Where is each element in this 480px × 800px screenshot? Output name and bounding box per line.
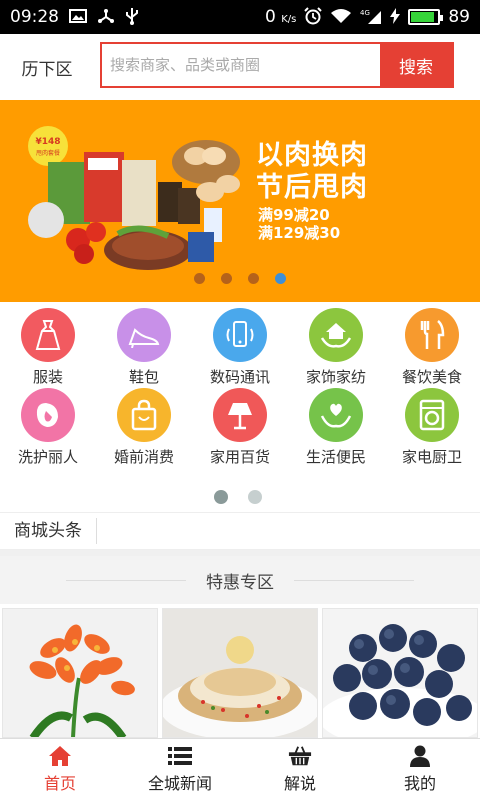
tab-mine[interactable]: 我的 (360, 739, 480, 800)
category-item[interactable]: 婚前消费 (96, 388, 192, 467)
category-label: 鞋包 (128, 368, 159, 386)
category-item[interactable]: 数码通讯 (192, 308, 288, 387)
search-button[interactable]: 搜索 (380, 44, 452, 86)
banner-dot[interactable] (248, 273, 259, 284)
bottom-tab-bar: 首页 全城新闻 解说 我的 (0, 738, 480, 800)
special-section-title: 特惠专区 (206, 572, 274, 593)
product-list (0, 604, 480, 738)
product-card[interactable] (2, 608, 158, 738)
tab-home[interactable]: 首页 (0, 739, 120, 800)
status-bar: 09:28 0 K/s 4G 89 (0, 0, 480, 34)
category-label: 服装 (32, 368, 63, 386)
banner-promo: 满99减20 满129减30 (258, 206, 341, 242)
banner-title: 以肉换肉 节后甩肉 (256, 140, 368, 203)
category-item[interactable]: 家饰家纺 (288, 308, 384, 387)
food-product-illustration: ¥148 甩肉套餐 (28, 126, 240, 270)
battery-level: 89 (448, 7, 470, 27)
phone-icon (213, 308, 267, 362)
dress-icon (21, 308, 75, 362)
list-icon (168, 745, 192, 767)
lamp-icon (213, 388, 267, 442)
category-label: 生活便民 (305, 448, 366, 466)
header: 历下区 搜索 (0, 34, 480, 100)
signal-icon: 4G (360, 8, 382, 27)
category-page-dot-active[interactable] (214, 490, 228, 504)
search-bar: 搜索 (100, 42, 454, 88)
tab-commentary[interactable]: 解说 (240, 739, 360, 800)
banner-dot-active[interactable] (275, 273, 286, 284)
divider-line (66, 579, 186, 581)
category-pagination[interactable] (214, 490, 262, 504)
wifi-icon (330, 8, 352, 27)
heart-hands-icon (309, 388, 363, 442)
category-label: 数码通讯 (209, 368, 270, 386)
status-time: 09:28 (10, 7, 59, 27)
battery-icon (408, 9, 444, 25)
promo-banner[interactable]: ¥148 甩肉套餐 以肉换肉 节后甩肉 满99减20 满129减30 (0, 100, 480, 302)
category-item[interactable]: 餐饮美食 (384, 308, 480, 387)
category-label: 婚前消费 (113, 448, 174, 466)
shopping-bag-icon (117, 388, 171, 442)
headline-ticker[interactable]: 商城头条 (0, 512, 480, 550)
category-item[interactable]: 服装 (0, 308, 96, 387)
category-label: 洗护丽人 (17, 448, 78, 466)
svg-text:¥148: ¥148 (35, 137, 60, 147)
usb-share-icon (97, 8, 115, 27)
home-hands-icon (309, 308, 363, 362)
category-item[interactable]: 家电厨卫 (384, 388, 480, 467)
category-label: 家用百货 (209, 448, 270, 466)
charging-icon (390, 7, 401, 27)
clivia-flower-image (3, 609, 157, 737)
banner-dot[interactable] (194, 273, 205, 284)
category-label: 家饰家纺 (305, 368, 366, 386)
product-card[interactable] (322, 608, 478, 738)
search-input[interactable] (102, 44, 380, 86)
headline-label: 商城头条 (0, 518, 97, 544)
banner-dot[interactable] (221, 273, 232, 284)
product-card[interactable] (162, 608, 318, 738)
dessert-plate-image (163, 609, 317, 737)
category-item[interactable]: 家用百货 (192, 388, 288, 467)
alarm-icon (304, 6, 323, 28)
blueberries-image (323, 609, 477, 737)
fork-knife-icon (405, 308, 459, 362)
tab-city-news[interactable]: 全城新闻 (120, 739, 240, 800)
user-icon (408, 745, 432, 767)
usb-icon (125, 7, 139, 28)
basket-icon (288, 745, 312, 767)
category-label: 餐饮美食 (401, 368, 462, 386)
tab-label: 解说 (283, 774, 316, 793)
special-section-header: 特惠专区 (0, 556, 480, 604)
tab-label: 首页 (43, 774, 76, 793)
image-icon (69, 8, 87, 26)
category-item[interactable]: 生活便民 (288, 388, 384, 467)
high-heel-icon (117, 308, 171, 362)
tab-label: 全城新闻 (147, 774, 212, 793)
svg-text:甩肉套餐: 甩肉套餐 (36, 149, 60, 157)
category-page-dot[interactable] (248, 490, 262, 504)
woman-face-icon (21, 388, 75, 442)
home-icon (48, 745, 72, 767)
banner-pagination[interactable] (194, 273, 286, 284)
svg-text:4G: 4G (360, 9, 370, 17)
tab-label: 我的 (403, 774, 436, 793)
divider-line (294, 579, 414, 581)
category-grid: 服装 鞋包 数码通讯 家饰家纺 餐饮美食 洗护丽人 婚前消费 家用百货 生活便民 家电厨卫 (0, 302, 480, 482)
location-selector[interactable]: 历下区 (0, 55, 94, 80)
washing-machine-icon (405, 388, 459, 442)
network-speed: 0 K/s (264, 7, 297, 27)
category-item[interactable]: 洗护丽人 (0, 388, 96, 467)
category-item[interactable]: 鞋包 (96, 308, 192, 387)
category-label: 家电厨卫 (401, 448, 462, 466)
